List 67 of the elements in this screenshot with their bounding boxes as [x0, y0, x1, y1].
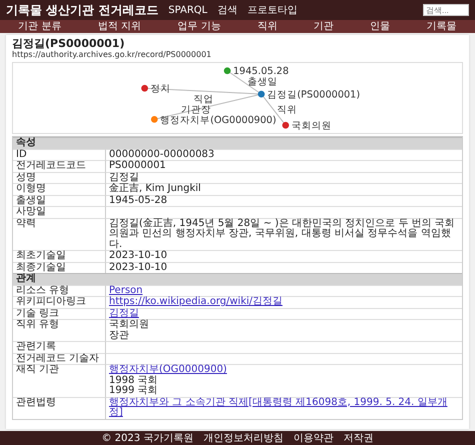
- node-label: 행정자치부(OG0000900): [160, 114, 276, 126]
- header-link[interactable]: 검색: [217, 3, 238, 17]
- property-label: 위키피디아링크: [13, 296, 105, 308]
- property-value: 김정길(金正吉, 1945년 5월 28일 ~ )은 대한민국의 정치인으로 두 번의 국회의원과 민선의 행정자치부 장관, 국무위원, 대통령 비서실 정무수석을 역임했다.: [109, 218, 456, 250]
- property-value: 00000000-00000083: [109, 150, 214, 160]
- node-label: 1945.05.28: [233, 66, 289, 78]
- edge-label: 직위: [276, 104, 297, 116]
- property-label: 약력: [13, 218, 105, 250]
- graph-node[interactable]: [150, 116, 158, 123]
- property-label: 직위 유형: [13, 319, 105, 341]
- property-label: ID: [13, 148, 105, 160]
- footer-link[interactable]: 개인정보처리방침: [203, 431, 284, 445]
- property-value: 1945-05-28: [109, 196, 168, 206]
- property-value: 장관: [109, 330, 129, 341]
- property-value: 김정길: [109, 172, 139, 182]
- property-label: 기술 링크: [13, 308, 105, 319]
- value-link[interactable]: 김정길: [109, 308, 139, 319]
- property-value: 국회의원: [109, 320, 149, 330]
- node-label: 김정길(PS0000001): [267, 90, 360, 101]
- nav-link[interactable]: 업무 기능: [178, 20, 221, 32]
- section-header: 관계: [13, 273, 462, 284]
- property-value: 1998 국회: [109, 376, 158, 386]
- value-link[interactable]: 행정자치부와 그 소속기관 직제[대통령령 제16098호, 1999. 5. 24. 일부개정]: [109, 398, 459, 418]
- copyright-text: © 2023 국가기록원: [102, 432, 194, 445]
- property-label: 사망일: [13, 206, 105, 218]
- property-label: 성명: [13, 172, 105, 183]
- value-link[interactable]: Person: [109, 286, 143, 296]
- graph-node[interactable]: [141, 84, 148, 92]
- property-label: 리소스 유형: [13, 284, 105, 296]
- property-label: 재직 기관: [13, 364, 105, 396]
- header-link[interactable]: SPARQL: [168, 4, 208, 16]
- nav-link[interactable]: 기록물: [426, 20, 457, 32]
- record-uri: https://authority.archives.go.kr/record/PS0000001: [12, 50, 212, 60]
- graph-node[interactable]: [258, 90, 265, 98]
- node-label: 국회의원: [291, 120, 332, 132]
- property-label: 이형명: [13, 183, 105, 194]
- property-value: 2023-10-10: [109, 251, 168, 262]
- edge-label: 출생일: [248, 76, 278, 88]
- nav-link[interactable]: 직위: [257, 20, 278, 32]
- property-label: 관련법령: [13, 396, 105, 418]
- property-label: 관련기록: [13, 341, 105, 352]
- nav-link[interactable]: 법적 지위: [98, 20, 142, 32]
- search-field[interactable]: 검색...: [423, 4, 469, 16]
- property-value: 金正吉, Kim Jungkil: [109, 184, 201, 194]
- property-label: 출생일: [13, 194, 105, 206]
- nav-link[interactable]: 인물: [370, 20, 390, 32]
- value-link[interactable]: 행정자치부(OG0000900): [109, 365, 227, 376]
- property-label: 전거레코드 기술자: [13, 352, 105, 364]
- property-value: 2023-10-10: [109, 262, 168, 273]
- property-label: 최초기술일: [13, 250, 105, 262]
- value-link[interactable]: https://ko.wikipedia.org/wiki/김정길: [109, 297, 283, 308]
- record-title: 김정길(PS0000001): [12, 37, 126, 50]
- graph-node[interactable]: [282, 122, 290, 129]
- graph-node[interactable]: [224, 67, 231, 74]
- edge-label: 직업: [193, 94, 214, 105]
- property-label: 전거레코드코드: [13, 160, 105, 172]
- nav-link[interactable]: 기관: [314, 20, 334, 32]
- footer-link[interactable]: 이용약관: [293, 431, 334, 445]
- section-header: 속성: [13, 137, 462, 148]
- edge-label: 기관장: [180, 104, 211, 116]
- nav-link[interactable]: 기관 분류: [18, 20, 62, 32]
- property-value: 1999 국회: [109, 386, 158, 396]
- property-value: PS0000001: [109, 161, 166, 172]
- site-title: 기록물 생산기관 전거레코드: [6, 2, 158, 18]
- header-link[interactable]: 프로토타입: [247, 3, 298, 17]
- node-label: 정치: [150, 84, 170, 95]
- footer-link[interactable]: 저작권: [343, 431, 374, 445]
